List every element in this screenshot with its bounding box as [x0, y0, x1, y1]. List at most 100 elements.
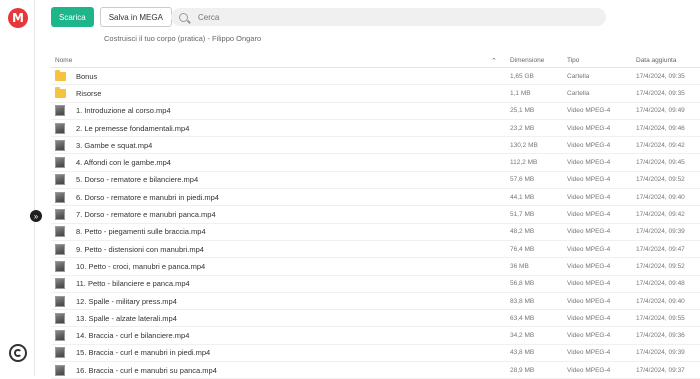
video-file-icon [55, 364, 65, 376]
breadcrumb: Costruisci il tuo corpo (pratica) - Fili… [104, 34, 262, 43]
file-date: 17/4/2024, 09:39 [636, 349, 685, 357]
search-input[interactable] [198, 12, 598, 22]
file-date: 17/4/2024, 09:45 [636, 159, 685, 167]
file-type: Video MPEG-4 [567, 228, 611, 236]
file-name: 8. Petto - piegamenti sulle braccia.mp4 [76, 227, 206, 237]
table-row[interactable]: 15. Braccia - curl e manubri in piedi.mp… [51, 345, 700, 363]
file-size: 51,7 MB [510, 211, 535, 219]
table-row[interactable]: 16. Braccia - curl e manubri su panca.mp… [51, 362, 700, 379]
table-row[interactable]: 11. Petto - bilanciere e panca.mp4 56,8 M… [51, 276, 700, 293]
video-file-icon [55, 105, 65, 117]
table-row[interactable]: 8. Petto - piegamenti sulle braccia.mp4 4… [51, 224, 700, 241]
video-file-icon [55, 243, 65, 255]
file-name-cell: 14. Braccia - curl e bilanciere.mp4 [51, 330, 506, 342]
video-file-icon [55, 312, 65, 324]
file-name-cell: 3. Gambe e squat.mp4 [51, 139, 506, 151]
file-name: 2. Le premesse fondamentali.mp4 [76, 123, 190, 133]
table-row[interactable]: 5. Dorso - rematore e bilanciere.mp4 57,6… [51, 172, 700, 190]
file-name-cell: 8. Petto - piegamenti sulle braccia.mp4 [51, 226, 506, 238]
file-table: Nome ⌃ Dimensione Tipo Data aggiunta Bon… [51, 54, 700, 379]
file-size: 36 MB [510, 262, 529, 270]
file-type: Video MPEG-4 [567, 262, 611, 270]
file-name: 5. Dorso - rematore e bilanciere.mp4 [76, 175, 199, 185]
file-type: Video MPEG-4 [567, 107, 611, 115]
file-type: Video MPEG-4 [567, 124, 611, 132]
file-name: 16. Braccia - curl e manubri su panca.mp… [76, 365, 217, 375]
table-row[interactable]: Bonus 1,65 GB Cartella 17/4/2024, 09:35 [51, 68, 700, 86]
file-name: 15. Braccia - curl e manubri in piedi.mp… [76, 348, 211, 358]
file-size: 34,2 MB [510, 332, 535, 340]
file-date: 17/4/2024, 09:39 [636, 228, 685, 236]
file-type: Video MPEG-4 [567, 193, 611, 201]
table-row[interactable]: 6. Dorso - rematore e manubri in piedi.m… [51, 189, 700, 207]
file-type: Video MPEG-4 [567, 349, 611, 357]
video-file-icon [55, 226, 65, 238]
file-name-cell: Bonus [51, 69, 506, 81]
expand-sidebar-icon[interactable]: » [30, 210, 42, 222]
file-date: 17/4/2024, 09:36 [636, 332, 685, 340]
file-date: 17/4/2024, 09:40 [636, 193, 685, 201]
column-header-type[interactable]: Tipo [563, 57, 632, 64]
save-to-mega-button[interactable]: Salva in MEGA [99, 7, 172, 27]
file-type: Video MPEG-4 [567, 176, 611, 184]
column-header-name[interactable]: Nome ⌃ [51, 57, 506, 65]
file-size: 112,2 MB [510, 159, 538, 167]
file-size: 28,9 MB [510, 366, 535, 374]
file-name-cell: 16. Braccia - curl e manubri su panca.mp… [51, 364, 506, 376]
file-size: 76,4 MB [510, 245, 535, 253]
file-name-cell: 10. Petto - croci, manubri e panca.mp4 [51, 260, 506, 272]
file-size: 44,1 MB [510, 193, 535, 201]
file-type: Video MPEG-4 [567, 280, 611, 288]
file-name: 10. Petto - croci, manubri e panca.mp4 [76, 261, 206, 271]
table-row[interactable]: 9. Petto - distensioni con manubri.mp4 76… [51, 241, 700, 259]
table-row[interactable]: 13. Spalle - alzate laterali.mp4 63,4 MB V… [51, 310, 700, 328]
transfer-manager-icon[interactable] [9, 344, 27, 362]
file-size: 83,8 MB [510, 297, 535, 305]
sort-ascending-icon[interactable]: ⌃ [491, 57, 497, 65]
search-bar[interactable] [171, 8, 606, 26]
column-header-date[interactable]: Data aggiunta [632, 57, 700, 64]
table-row[interactable]: 3. Gambe e squat.mp4 130,2 MB Video MPEG-4… [51, 137, 700, 155]
table-row[interactable]: 1. Introduzione al corso.mp4 25,1 MB Video… [51, 103, 700, 120]
file-name: 4. Affondi con le gambe.mp4 [76, 158, 171, 168]
file-name: 14. Braccia - curl e bilanciere.mp4 [76, 331, 190, 341]
video-file-icon [55, 191, 65, 203]
file-type: Video MPEG-4 [567, 245, 611, 253]
table-row[interactable]: Risorse 1,1 MB Cartella 17/4/2024, 09:35 [51, 85, 700, 103]
video-file-icon [55, 260, 65, 272]
file-name-cell: 7. Dorso - rematore e manubri panca.mp4 [51, 209, 506, 221]
download-button[interactable]: Scarica [51, 7, 94, 27]
sidebar: M [0, 0, 35, 376]
table-row[interactable]: 4. Affondi con le gambe.mp4 112,2 MB Video… [51, 154, 700, 172]
file-size: 56,8 MB [510, 280, 535, 288]
file-date: 17/4/2024, 09:35 [636, 89, 685, 97]
file-date: 17/4/2024, 09:42 [636, 141, 685, 149]
table-row[interactable]: 12. Spalle - military press.mp4 83,8 MB Vi… [51, 293, 700, 311]
video-file-icon [55, 295, 65, 307]
video-file-icon [55, 174, 65, 186]
mega-logo[interactable]: M [8, 8, 28, 28]
table-row[interactable]: 2. Le premesse fondamentali.mp4 23,2 MB Vi… [51, 120, 700, 138]
table-row[interactable]: 14. Braccia - curl e bilanciere.mp4 34,2 … [51, 327, 700, 345]
file-type: Video MPEG-4 [567, 366, 611, 374]
video-file-icon [55, 347, 65, 359]
file-name-cell: 5. Dorso - rematore e bilanciere.mp4 [51, 174, 506, 186]
file-name-cell: 13. Spalle - alzate laterali.mp4 [51, 312, 506, 324]
file-name-cell: 12. Spalle - military press.mp4 [51, 295, 506, 307]
file-date: 17/4/2024, 09:35 [636, 72, 685, 80]
file-name-cell: Risorse [51, 86, 506, 98]
column-header-size[interactable]: Dimensione [506, 57, 563, 64]
table-row[interactable]: 7. Dorso - rematore e manubri panca.mp4 5… [51, 206, 700, 224]
file-name: 3. Gambe e squat.mp4 [76, 140, 153, 150]
file-size: 1,65 GB [510, 72, 534, 80]
folder-icon [55, 69, 66, 81]
file-name: Risorse [76, 88, 102, 98]
file-size: 1,1 MB [510, 89, 531, 97]
file-size: 23,2 MB [510, 124, 535, 132]
file-date: 17/4/2024, 09:46 [636, 124, 685, 132]
file-type: Video MPEG-4 [567, 211, 611, 219]
file-name: 13. Spalle - alzate laterali.mp4 [76, 313, 177, 323]
table-row[interactable]: 10. Petto - croci, manubri e panca.mp4 36… [51, 258, 700, 276]
file-name-cell: 6. Dorso - rematore e manubri in piedi.m… [51, 191, 506, 203]
file-date: 17/4/2024, 09:55 [636, 314, 685, 322]
